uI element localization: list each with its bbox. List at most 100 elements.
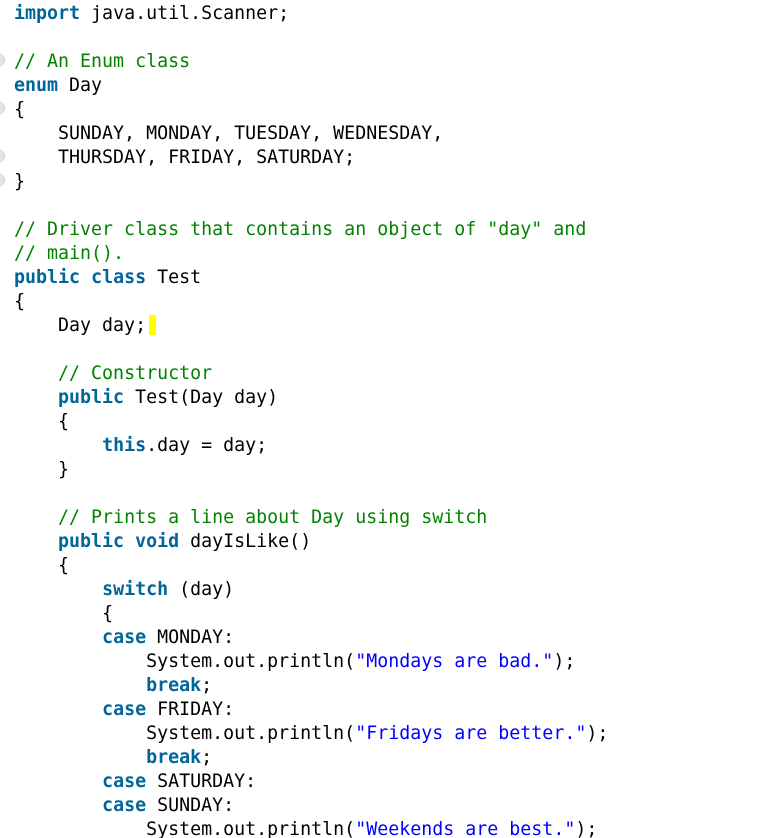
code-text: Test(Day day) <box>124 387 279 408</box>
code-line: case MONDAY: <box>14 626 608 650</box>
code-line: } <box>14 458 608 482</box>
code-line: public void dayIsLike() <box>14 530 608 554</box>
gutter-fold-marker <box>0 101 5 115</box>
code-line: Day day; <box>14 314 608 338</box>
code-keyword: public <box>58 387 125 408</box>
code-line: { <box>14 290 608 314</box>
code-text: } <box>14 459 70 480</box>
code-text: FRIDAY: <box>146 699 235 720</box>
code-text: System.out.println( <box>14 819 356 838</box>
code-text: ); <box>575 819 598 838</box>
code-text: { <box>14 411 70 432</box>
code-text: THURSDAY, FRIDAY, SATURDAY; <box>14 147 356 168</box>
code-area[interactable]: import java.util.Scanner; // An Enum clas… <box>14 2 608 838</box>
code-text: System.out.println( <box>14 723 356 744</box>
code-text: { <box>14 291 26 312</box>
code-keyword: case <box>102 795 147 816</box>
code-line: } <box>14 170 608 194</box>
code-comment: // Constructor <box>58 363 213 384</box>
code-comment: // Driver class that contains an object … <box>14 219 587 240</box>
code-keyword: public <box>58 531 125 552</box>
code-line: case SUNDAY: <box>14 794 608 818</box>
code-text: } <box>14 171 26 192</box>
code-line: System.out.println("Fridays are better."… <box>14 722 608 746</box>
code-keyword: break <box>146 675 202 696</box>
gutter-fold-marker <box>0 149 5 163</box>
code-line: this.day = day; <box>14 434 608 458</box>
code-string: "Weekends are best." <box>355 819 576 838</box>
code-text: ; <box>201 675 213 696</box>
code-text: { <box>14 555 70 576</box>
code-line: // Constructor <box>14 362 608 386</box>
code-text: (day) <box>168 579 235 600</box>
code-text: ); <box>586 723 609 744</box>
code-text: { <box>14 603 114 624</box>
gutter-fold-marker <box>0 53 5 67</box>
code-string: "Mondays are bad." <box>355 651 554 672</box>
code-text: .day = day; <box>146 435 268 456</box>
code-line: { <box>14 410 608 434</box>
code-text: dayIsLike() <box>179 531 312 552</box>
code-keyword: void <box>135 531 180 552</box>
code-text: { <box>14 99 26 120</box>
code-line: THURSDAY, FRIDAY, SATURDAY; <box>14 146 608 170</box>
code-line: System.out.println("Mondays are bad."); <box>14 650 608 674</box>
code-line: public class Test <box>14 266 608 290</box>
code-editor[interactable]: import java.util.Scanner; // An Enum clas… <box>0 0 783 838</box>
code-comment: // main(). <box>14 243 125 264</box>
code-line: { <box>14 602 608 626</box>
code-line: import java.util.Scanner; <box>14 2 608 26</box>
code-keyword: case <box>102 699 147 720</box>
code-line: System.out.println("Weekends are best.")… <box>14 818 608 838</box>
code-line: case SATURDAY: <box>14 770 608 794</box>
code-text: SUNDAY, MONDAY, TUESDAY, WEDNESDAY, <box>14 123 444 144</box>
code-text: SUNDAY: <box>146 795 235 816</box>
code-line: // Prints a line about Day using switch <box>14 506 608 530</box>
text-cursor <box>149 315 157 335</box>
code-line: // Driver class that contains an object … <box>14 218 608 242</box>
gutter-fold-marker <box>0 173 5 187</box>
code-line: SUNDAY, MONDAY, TUESDAY, WEDNESDAY, <box>14 122 608 146</box>
code-line: // main(). <box>14 242 608 266</box>
code-line: { <box>14 98 608 122</box>
code-text: MONDAY: <box>146 627 235 648</box>
code-line: break; <box>14 674 608 698</box>
code-text: Test <box>146 267 202 288</box>
code-line: case FRIDAY: <box>14 698 608 722</box>
code-line: break; <box>14 746 608 770</box>
code-text: ; <box>201 747 213 768</box>
code-text: java.util.Scanner; <box>80 3 290 24</box>
code-keyword: class <box>91 267 147 288</box>
code-comment: // An Enum class <box>14 51 191 72</box>
code-text: Day <box>58 75 103 96</box>
code-line: enum Day <box>14 74 608 98</box>
code-line: { <box>14 554 608 578</box>
code-keyword: break <box>146 747 202 768</box>
code-text: ); <box>553 651 576 672</box>
code-text: System.out.println( <box>14 651 356 672</box>
code-keyword: enum <box>14 75 59 96</box>
code-keyword: case <box>102 771 147 792</box>
code-comment: // Prints a line about Day using switch <box>58 507 488 528</box>
code-line: switch (day) <box>14 578 608 602</box>
code-line: public Test(Day day) <box>14 386 608 410</box>
code-keyword: case <box>102 627 147 648</box>
code-keyword: this <box>102 435 147 456</box>
code-line: // An Enum class <box>14 50 608 74</box>
